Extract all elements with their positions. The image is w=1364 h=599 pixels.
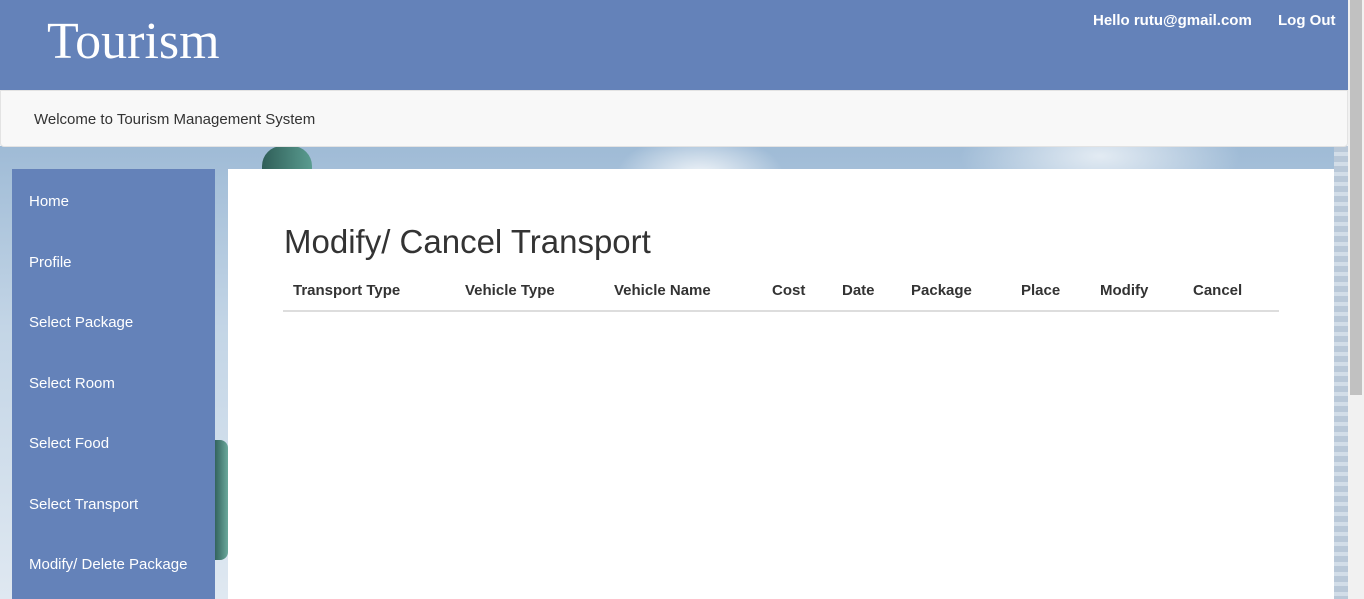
page-scrollbar[interactable] xyxy=(1348,0,1364,599)
column-header-place: Place xyxy=(1021,282,1061,299)
welcome-text: Welcome to Tourism Management System xyxy=(34,111,316,128)
column-header-cancel: Cancel xyxy=(1193,282,1243,299)
column-header-modify: Modify xyxy=(1100,282,1149,299)
column-header-date: Date xyxy=(842,282,875,299)
site-header: Tourism Hello rutu@gmail.com Log Out xyxy=(0,0,1348,90)
sidebar-item-select-room[interactable]: Select Room xyxy=(29,375,115,392)
column-header-package: Package xyxy=(911,282,972,299)
sidebar-item-select-package[interactable]: Select Package xyxy=(29,314,133,331)
column-header-vehicle-name: Vehicle Name xyxy=(614,282,711,299)
column-header-vehicle-type: Vehicle Type xyxy=(465,282,555,299)
scrollbar-thumb[interactable] xyxy=(1350,0,1362,395)
transport-table: Transport Type Vehicle Type Vehicle Name… xyxy=(283,273,1279,312)
sidebar-item-modify-delete-package[interactable]: Modify/ Delete Package xyxy=(29,556,187,573)
skyline-image xyxy=(1334,146,1348,599)
brand-logo[interactable]: Tourism xyxy=(47,11,220,73)
logout-link[interactable]: Log Out xyxy=(1278,12,1335,29)
statue-top-image xyxy=(262,146,312,171)
main-panel: Modify/ Cancel Transport Transport Type … xyxy=(228,169,1334,599)
column-header-cost: Cost xyxy=(772,282,806,299)
user-greeting: Hello rutu@gmail.com xyxy=(1093,12,1252,29)
column-header-transport-type: Transport Type xyxy=(293,282,401,299)
sidebar-nav: Home Profile Select Package Select Room … xyxy=(12,169,215,599)
page-title: Modify/ Cancel Transport xyxy=(284,223,651,260)
sidebar-item-select-transport[interactable]: Select Transport xyxy=(29,496,138,513)
sidebar-item-home[interactable]: Home xyxy=(29,193,69,210)
welcome-bar: Welcome to Tourism Management System xyxy=(0,90,1348,147)
sidebar-item-profile[interactable]: Profile xyxy=(29,254,72,271)
sidebar-item-select-food[interactable]: Select Food xyxy=(29,435,109,452)
statue-side-image xyxy=(214,440,228,560)
